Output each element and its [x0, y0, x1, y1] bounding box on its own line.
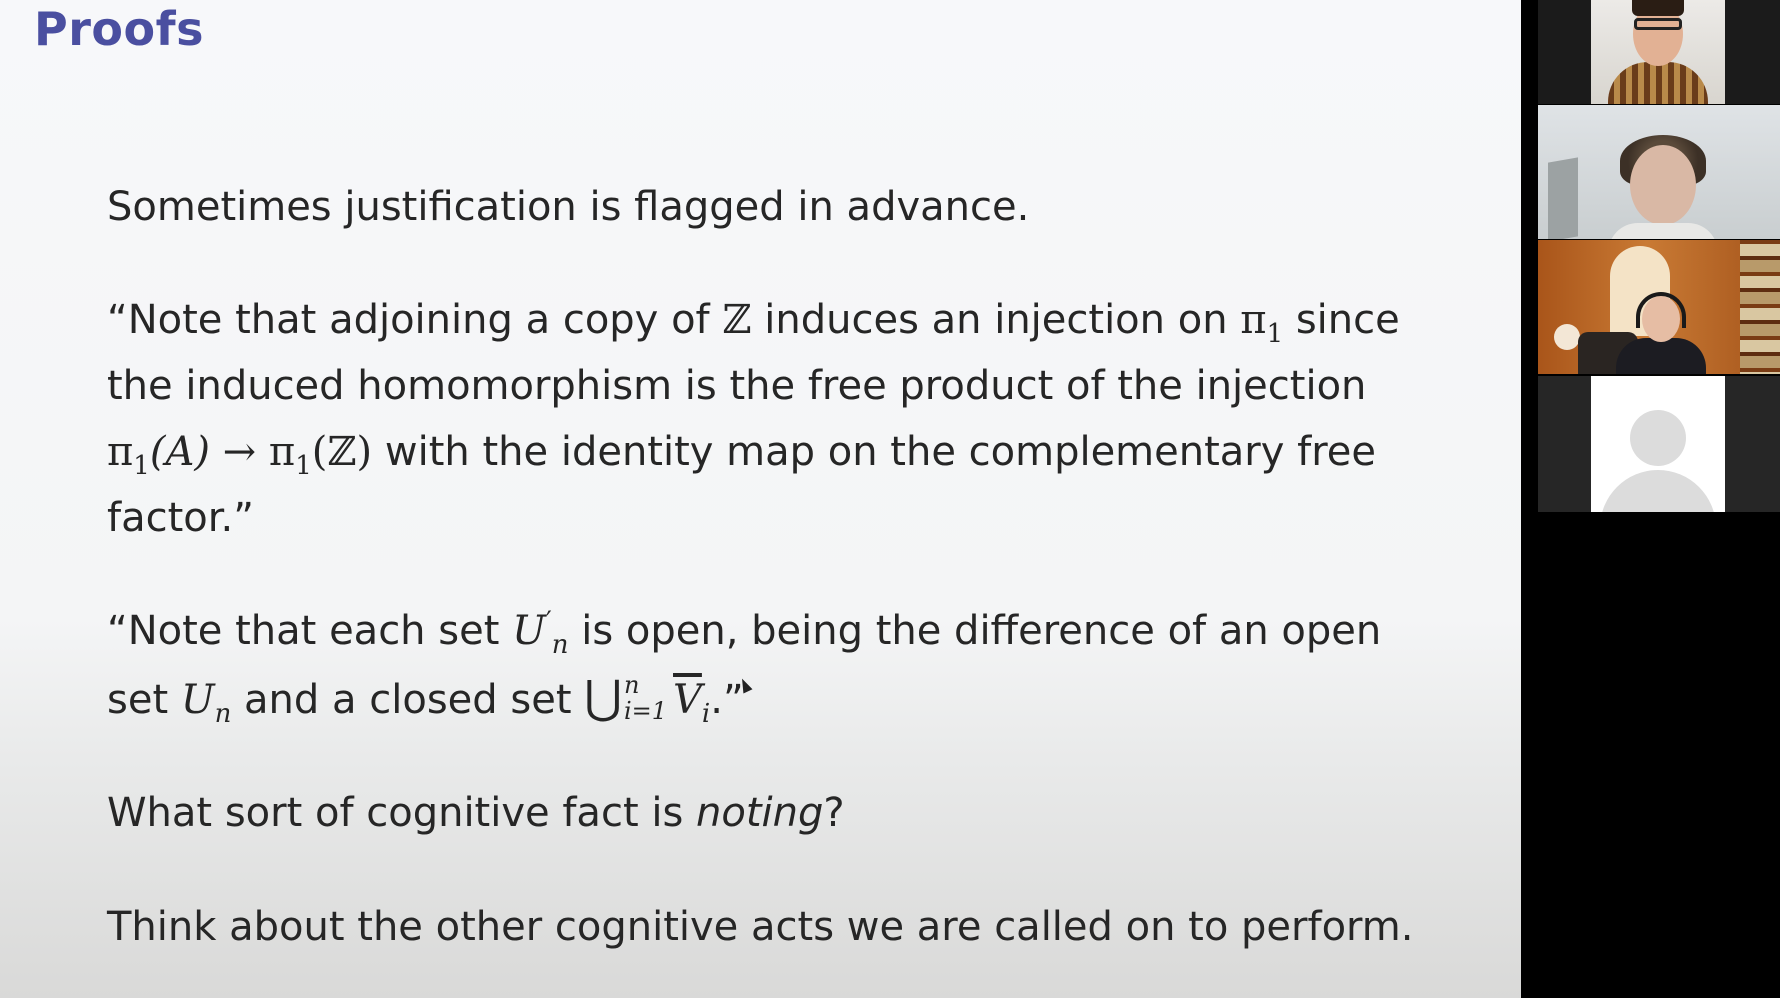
participant-video-panel [1521, 0, 1780, 998]
presentation-slide: Proofs Sometimes justification is flagge… [0, 0, 1521, 998]
slide-paragraph-3: “Note that each set U′n is open, being t… [107, 606, 1382, 729]
slide-paragraph-1: Sometimes justification is flagged in ad… [107, 184, 1030, 230]
participant-video-1[interactable] [1538, 0, 1780, 104]
zoom-screen-share: Proofs Sometimes justification is flagge… [0, 0, 1780, 998]
participant-video-4[interactable] [1538, 376, 1780, 512]
slide-paragraph-2: “Note that adjoining a copy of ℤ induces… [107, 297, 1400, 541]
glasses-icon [1634, 18, 1682, 30]
slide-paragraph-5: Think about the other cognitive acts we … [107, 904, 1414, 950]
participant-video-2[interactable] [1538, 105, 1780, 239]
participant-video-3[interactable] [1538, 240, 1780, 374]
headset-icon [1636, 292, 1686, 328]
avatar-placeholder-icon [1630, 410, 1686, 466]
slide-title: Proofs [34, 2, 204, 56]
slide-paragraph-4: What sort of cognitive fact is noting? [107, 790, 845, 836]
